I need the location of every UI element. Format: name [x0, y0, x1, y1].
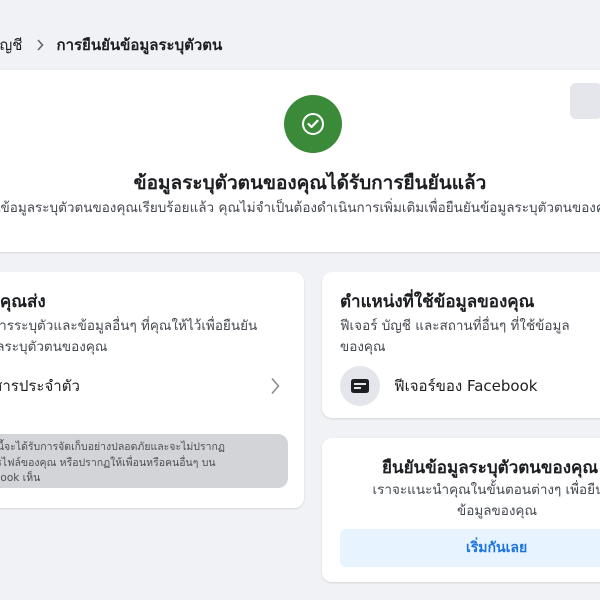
chevron-right-icon — [36, 39, 45, 51]
verify-identity-description: เราจะแนะนำคุณในขั้นตอนต่างๆ เพื่อยืนยัน … — [352, 480, 600, 522]
status-description: ยืนยันข้อมูลระบุตัวตนของคุณเรียบร้อยแล้ว… — [0, 200, 600, 216]
verify-identity-title: ยืนยันข้อมูลระบุตัวตนของคุณ — [382, 458, 599, 478]
card-icon — [340, 366, 380, 406]
chevron-right-icon — [270, 377, 280, 399]
privacy-note-line: บนโปรไฟล์ของคุณ หรือปรากฏให้เพื่อนหรือคน… — [0, 456, 216, 469]
identity-document-label: เอกสารประจำตัว — [0, 377, 80, 395]
submitted-info-description: เอกสารระบุตัวและข้อมูลอื่นๆ ที่คุณให้ไว้… — [0, 318, 258, 355]
privacy-note-line: Facebook เห็น — [0, 472, 41, 484]
breadcrumb-current: การยืนยันข้อมูลระบุตัวตน — [56, 36, 223, 54]
breadcrumb-account-link[interactable]: บัญชี — [0, 33, 22, 57]
success-check-icon — [284, 95, 342, 153]
privacy-note-line: ข้อมูลนี้จะได้รับการจัดเก็บอย่างปลอดภัยแ… — [0, 441, 225, 453]
info-usage-card: ตำแหน่งที่ใช้ข้อมูลของคุณ ฟีเจอร์ บัญชี … — [322, 272, 600, 418]
info-usage-title: ตำแหน่งที่ใช้ข้อมูลของคุณ — [340, 292, 535, 312]
get-started-button[interactable]: เริ่มกันเลย — [340, 529, 600, 567]
verify-identity-description-line: เราจะแนะนำคุณในขั้นตอนต่างๆ เพื่อยืนยัน — [372, 482, 600, 498]
facebook-features-label: ฟีเจอร์ของ Facebook — [394, 377, 538, 395]
breadcrumb: บัญชี การยืนยันข้อมูลระบุตัวตน — [0, 30, 222, 60]
verify-identity-description-line: ข้อมูลของคุณ — [457, 503, 537, 519]
verification-status-card: ข้อมูลระบุตัวตนของคุณได้รับการยืนยันแล้ว… — [0, 70, 600, 252]
corner-button[interactable] — [570, 83, 600, 119]
info-usage-description-line: ฟีเจอร์ บัญชี และสถานที่อื่นๆ ที่ใช้ข้อม… — [340, 318, 570, 334]
status-title: ข้อมูลระบุตัวตนของคุณได้รับการยืนยันแล้ว — [133, 172, 487, 194]
submitted-info-card: สิ่งที่คุณส่ง เอกสารระบุตัวและข้อมูลอื่น… — [0, 272, 304, 508]
identity-document-row[interactable]: เอกสารประจำตัว — [0, 368, 304, 404]
facebook-features-row[interactable]: ฟีเจอร์ของ Facebook — [340, 366, 537, 406]
info-usage-description: ฟีเจอร์ บัญชี และสถานที่อื่นๆ ที่ใช้ข้อม… — [340, 316, 600, 358]
privacy-note: ข้อมูลนี้จะได้รับการจัดเก็บอย่างปลอดภัยแ… — [0, 434, 288, 488]
submitted-info-title: สิ่งที่คุณส่ง — [0, 292, 46, 312]
verify-identity-card: ยืนยันข้อมูลระบุตัวตนของคุณ เราจะแนะนำคุ… — [322, 438, 600, 582]
info-usage-description-line: ของคุณ — [340, 339, 386, 355]
